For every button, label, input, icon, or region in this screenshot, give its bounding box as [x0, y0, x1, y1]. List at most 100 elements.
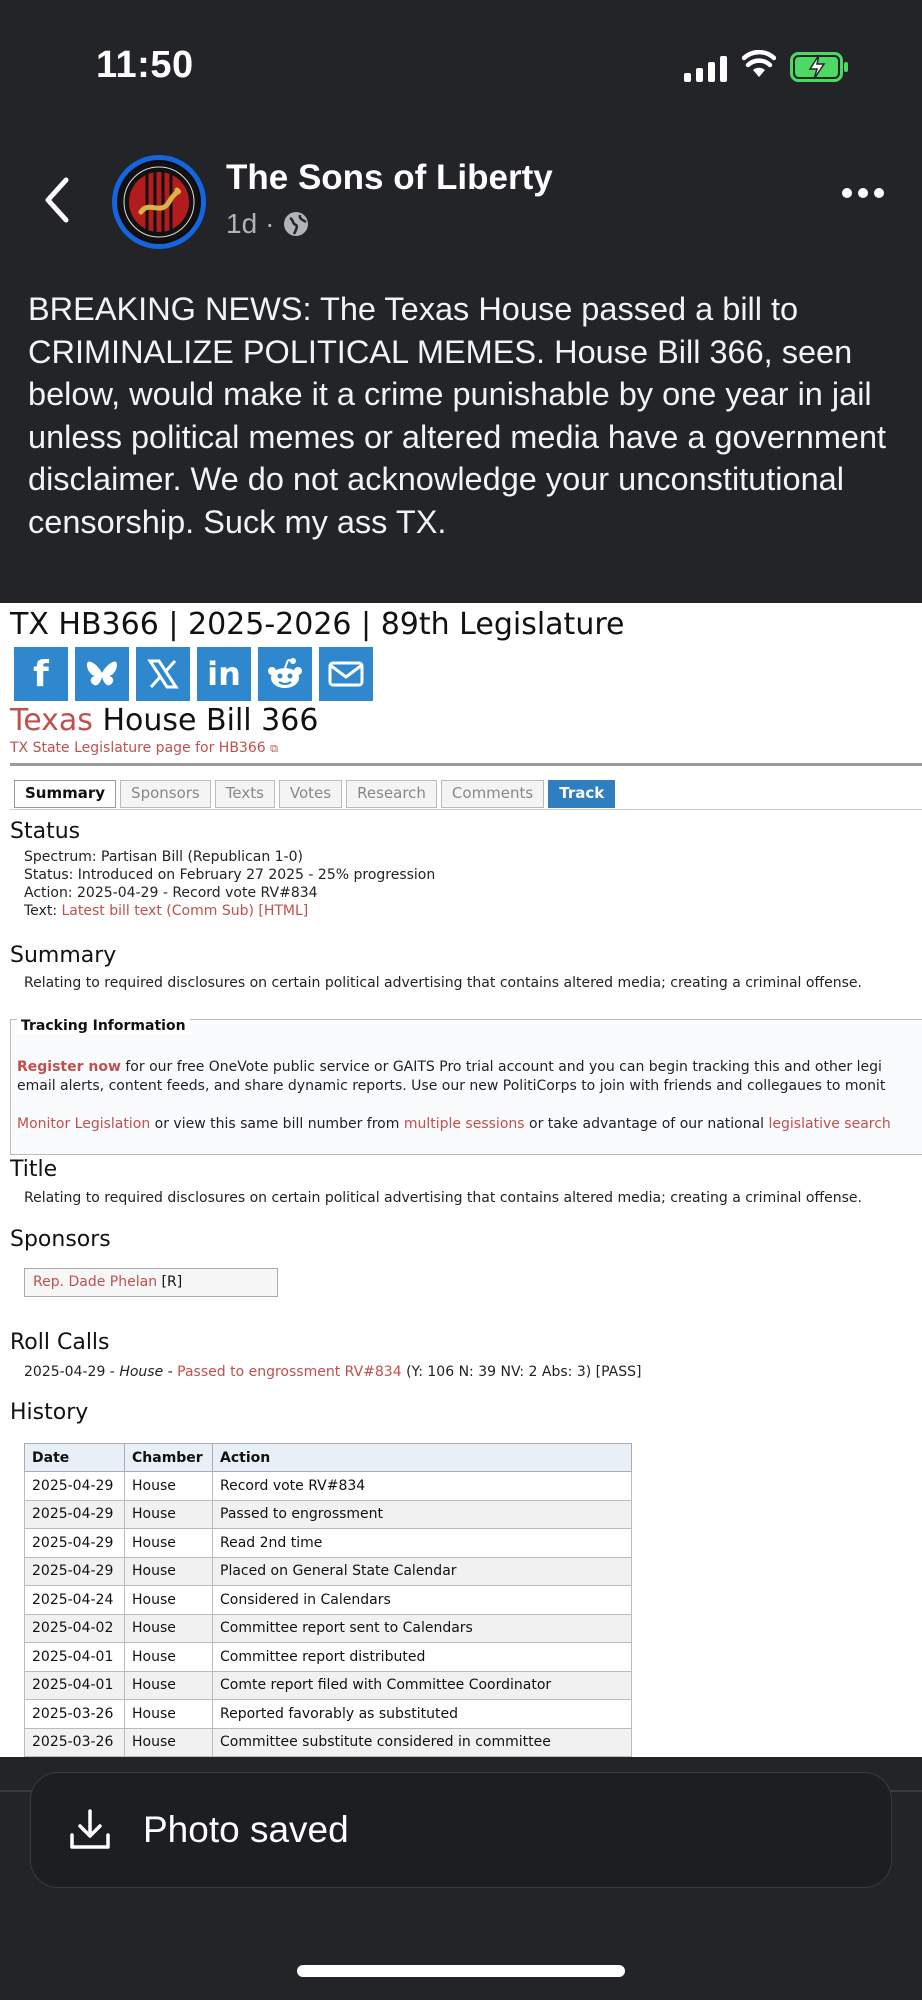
title-text: Relating to required disclosures on cert…	[24, 1190, 862, 1206]
roll-call-link[interactable]: Passed to engrossment RV#834	[177, 1364, 401, 1380]
tab-summary[interactable]: Summary	[14, 780, 117, 808]
history-row: 2025-04-29 House Passed to engrossment	[24, 1499, 632, 1529]
sponsor-link[interactable]: Rep. Dade Phelan	[33, 1274, 157, 1290]
battery-charging-icon	[790, 52, 848, 82]
tab-sponsors[interactable]: Sponsors	[120, 780, 211, 808]
history-cell-chamber: House	[124, 1499, 213, 1529]
history-row: 2025-04-02 House Committee report sent to …	[24, 1613, 632, 1643]
history-cell-date: 2025-03-26	[24, 1699, 125, 1729]
latest-bill-text-link[interactable]: Latest bill text (Comm Sub) [HTML]	[61, 903, 308, 919]
history-cell-chamber: House	[124, 1556, 213, 1586]
liberty-seal-logo	[119, 162, 199, 242]
status-heading: Status	[10, 819, 81, 844]
post-meta: 1d ·	[226, 208, 310, 240]
history-row: 2025-04-29 House Record vote RV#834	[24, 1471, 632, 1501]
register-now-link[interactable]: Register now	[17, 1059, 121, 1075]
tracking-line-3: Monitor Legislation or view this same bi…	[17, 1116, 891, 1132]
history-cell-action: Record vote RV#834	[212, 1471, 632, 1501]
status-status: Status: Introduced on February 27 2025 -…	[24, 867, 436, 883]
multiple-sessions-link[interactable]: multiple sessions	[404, 1116, 525, 1132]
tab-track[interactable]: Track	[548, 780, 616, 808]
history-cell-date: 2025-03-26	[24, 1727, 125, 1757]
tab-research[interactable]: Research	[346, 780, 437, 808]
home-indicator[interactable]	[297, 1965, 625, 1977]
history-cell-date: 2025-04-29	[24, 1499, 125, 1529]
history-cell-date: 2025-04-02	[24, 1613, 125, 1643]
photo-saved-toast[interactable]: Photo saved	[30, 1772, 892, 1888]
tab-texts[interactable]: Texts	[214, 780, 275, 808]
bill-tabs: Summary Sponsors Texts Votes Research Co…	[14, 780, 616, 808]
history-cell-action: Reported favorably as substituted	[212, 1699, 632, 1729]
wifi-icon	[742, 50, 776, 77]
monitor-legislation-link[interactable]: Monitor Legislation	[17, 1116, 150, 1132]
history-cell-action: Read 2nd time	[212, 1528, 632, 1558]
history-cell-chamber: House	[124, 1727, 213, 1757]
page-name[interactable]: The Sons of Liberty	[226, 158, 553, 198]
history-cell-date: 2025-04-29	[24, 1556, 125, 1586]
legislative-search-link[interactable]: legislative search	[769, 1116, 891, 1132]
tracking-info-box: Tracking Information Register now for ou…	[10, 1018, 922, 1155]
tracking-legend: Tracking Information	[17, 1018, 190, 1034]
divider	[10, 763, 922, 766]
history-cell-chamber: House	[124, 1699, 213, 1729]
history-cell-chamber: House	[124, 1585, 213, 1615]
history-cell-date: 2025-04-29	[24, 1528, 125, 1558]
status-spectrum: Spectrum: Partisan Bill (Republican 1-0)	[24, 849, 303, 865]
tab-votes[interactable]: Votes	[278, 780, 343, 808]
bill-heading: Texas House Bill 366	[10, 703, 318, 738]
download-icon	[70, 1809, 110, 1849]
x-share-icon[interactable]	[136, 647, 190, 701]
history-col-chamber: Chamber	[124, 1443, 213, 1472]
bill-header: TX HB366 | 2025-2026 | 89th Legislature	[10, 607, 625, 642]
history-cell-date: 2025-04-24	[24, 1585, 125, 1615]
history-row: 2025-03-26 House Reported favorably as sub…	[24, 1699, 632, 1729]
tabs-divider	[10, 809, 922, 810]
history-cell-action: Committee report distributed	[212, 1642, 632, 1672]
history-cell-date: 2025-04-01	[24, 1642, 125, 1672]
tab-comments[interactable]: Comments	[440, 780, 545, 808]
history-table: Date Chamber Action 2025-04-29 House Recor…	[24, 1443, 632, 1757]
email-share-icon[interactable]	[319, 647, 373, 701]
globe-icon	[284, 212, 309, 236]
history-col-action: Action	[212, 1443, 632, 1472]
history-row: 2025-04-29 House Placed on General State C…	[24, 1556, 632, 1586]
history-cell-action: Committee report sent to Calendars	[212, 1613, 632, 1643]
history-cell-chamber: House	[124, 1642, 213, 1672]
history-row: 2025-03-26 House Committee substitute cons…	[24, 1727, 632, 1757]
history-cell-chamber: House	[124, 1471, 213, 1501]
history-cell-date: 2025-04-01	[24, 1670, 125, 1700]
history-col-date: Date	[24, 1443, 125, 1472]
history-row: 2025-04-24 House Considered in Calendars	[24, 1585, 632, 1615]
reddit-share-icon[interactable]	[258, 647, 312, 701]
history-cell-chamber: House	[124, 1613, 213, 1643]
page-avatar[interactable]	[112, 155, 206, 249]
bluesky-share-icon[interactable]	[75, 647, 129, 701]
back-chevron-icon[interactable]	[38, 174, 78, 226]
facebook-share-icon[interactable]: f	[14, 647, 68, 701]
linkedin-share-icon[interactable]: in	[197, 647, 251, 701]
state-legislature-link[interactable]: TX State Legislature page for HB366 ⧉	[10, 740, 278, 756]
history-cell-chamber: House	[124, 1670, 213, 1700]
history-cell-action: Committee substitute considered in commi…	[212, 1727, 632, 1757]
bill-heading-state[interactable]: Texas	[10, 703, 93, 738]
post-age: 1d	[226, 208, 258, 239]
tracking-line-2: email alerts, content feeds, and share d…	[17, 1078, 886, 1094]
toast-text: Photo saved	[143, 1809, 349, 1850]
status-bar: 11:50	[0, 0, 922, 130]
post-image[interactable]: TX HB366 | 2025-2026 | 89th Legislature …	[0, 603, 922, 1757]
history-cell-action: Comte report filed with Committee Coordi…	[212, 1670, 632, 1700]
roll-calls-heading: Roll Calls	[10, 1330, 110, 1355]
summary-heading: Summary	[10, 943, 117, 968]
meta-separator: ·	[265, 208, 275, 239]
sponsor-item: Rep. Dade Phelan [R]	[24, 1268, 278, 1297]
summary-text: Relating to required disclosures on cert…	[24, 975, 862, 991]
sponsors-heading: Sponsors	[10, 1227, 111, 1252]
external-link-icon: ⧉	[270, 742, 278, 755]
history-cell-action: Considered in Calendars	[212, 1585, 632, 1615]
history-row: 2025-04-01 House Comte report filed with C…	[24, 1670, 632, 1700]
more-options-icon[interactable]	[842, 188, 884, 198]
bill-heading-rest: House Bill 366	[92, 703, 319, 738]
tracking-line-1: Register now for our free OneVote public…	[17, 1059, 882, 1075]
history-heading: History	[10, 1400, 89, 1425]
history-cell-action: Placed on General State Calendar	[212, 1556, 632, 1586]
